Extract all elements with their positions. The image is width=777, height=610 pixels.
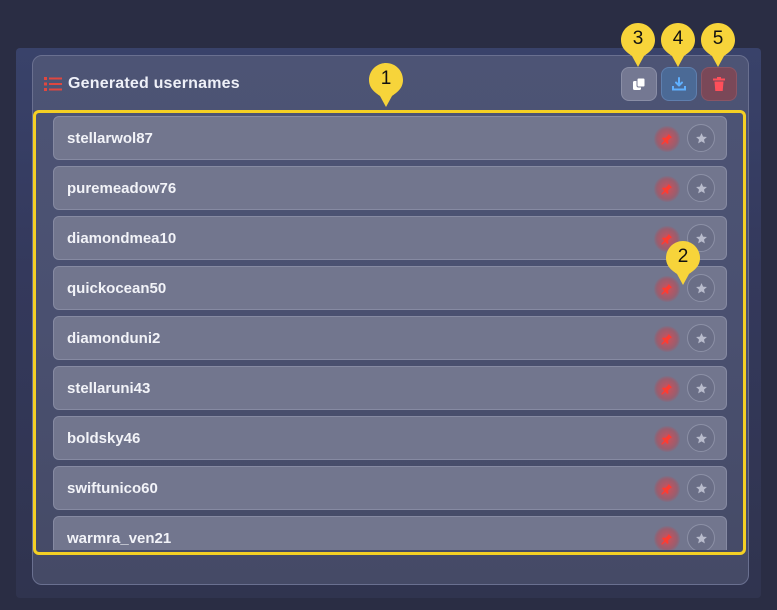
star-icon [695, 532, 707, 543]
pin-button[interactable] [654, 126, 680, 152]
list-icon [44, 77, 62, 91]
star-icon [695, 332, 707, 343]
callout-marker: 1 [368, 62, 404, 108]
panel-title: Generated usernames [68, 75, 240, 92]
callout-number: 2 [677, 246, 689, 267]
star-icon [695, 382, 707, 393]
favorite-button[interactable] [687, 324, 715, 352]
pin-icon [661, 534, 672, 545]
pin-icon [661, 334, 672, 345]
pin-button[interactable] [654, 476, 680, 502]
pin-icon [661, 134, 672, 145]
username-label: stellarwol87 [67, 130, 153, 147]
username-label: swiftunico60 [67, 480, 158, 497]
star-icon [695, 432, 707, 443]
username-row[interactable]: quickocean50 [53, 266, 727, 310]
copy-icon [633, 77, 646, 90]
download-icon [672, 77, 686, 91]
username-row[interactable]: diamondmea10 [53, 216, 727, 260]
pin-icon [661, 484, 672, 495]
callout-marker: 3 [620, 22, 656, 68]
callout-marker: 5 [700, 22, 736, 68]
username-row[interactable]: swiftunico60 [53, 466, 727, 510]
username-row[interactable]: boldsky46 [53, 416, 727, 460]
username-row[interactable]: stellaruni43 [53, 366, 727, 410]
username-label: quickocean50 [67, 280, 167, 297]
pin-button[interactable] [654, 376, 680, 402]
username-row[interactable]: warmra_ven21 [53, 516, 727, 550]
username-label: diamonduni2 [67, 330, 161, 347]
username-label: puremeadow76 [67, 180, 177, 197]
favorite-button[interactable] [687, 124, 715, 152]
pin-icon [661, 384, 672, 395]
callout-number: 3 [632, 28, 644, 49]
favorite-button[interactable] [687, 524, 715, 550]
username-list: stellarwol87 puremeadow76 diamondmea10 quic… [40, 114, 737, 550]
favorite-button[interactable] [687, 374, 715, 402]
username-label: boldsky46 [67, 430, 141, 447]
download-button[interactable] [661, 67, 697, 101]
star-icon [695, 482, 707, 493]
favorite-button[interactable] [687, 174, 715, 202]
favorite-button[interactable] [687, 474, 715, 502]
callout-marker: 2 [665, 240, 701, 286]
username-row[interactable]: diamonduni2 [53, 316, 727, 360]
favorite-button[interactable] [687, 424, 715, 452]
pin-icon [661, 434, 672, 445]
callout-number: 5 [712, 28, 724, 49]
delete-all-button[interactable] [701, 67, 737, 101]
callout-number: 1 [380, 68, 392, 89]
username-label: stellaruni43 [67, 380, 151, 397]
pin-button[interactable] [654, 326, 680, 352]
callout-number: 4 [672, 28, 684, 49]
copy-button[interactable] [621, 67, 657, 101]
star-icon [695, 132, 707, 143]
star-icon [695, 182, 707, 193]
username-label: warmra_ven21 [67, 530, 172, 547]
username-row[interactable]: stellarwol87 [53, 116, 727, 160]
pin-button[interactable] [654, 426, 680, 452]
pin-button[interactable] [654, 176, 680, 202]
trash-icon [713, 77, 725, 91]
callout-marker: 4 [660, 22, 696, 68]
pin-button[interactable] [654, 526, 680, 550]
username-row[interactable]: puremeadow76 [53, 166, 727, 210]
username-label: diamondmea10 [67, 230, 177, 247]
pin-icon [661, 184, 672, 195]
